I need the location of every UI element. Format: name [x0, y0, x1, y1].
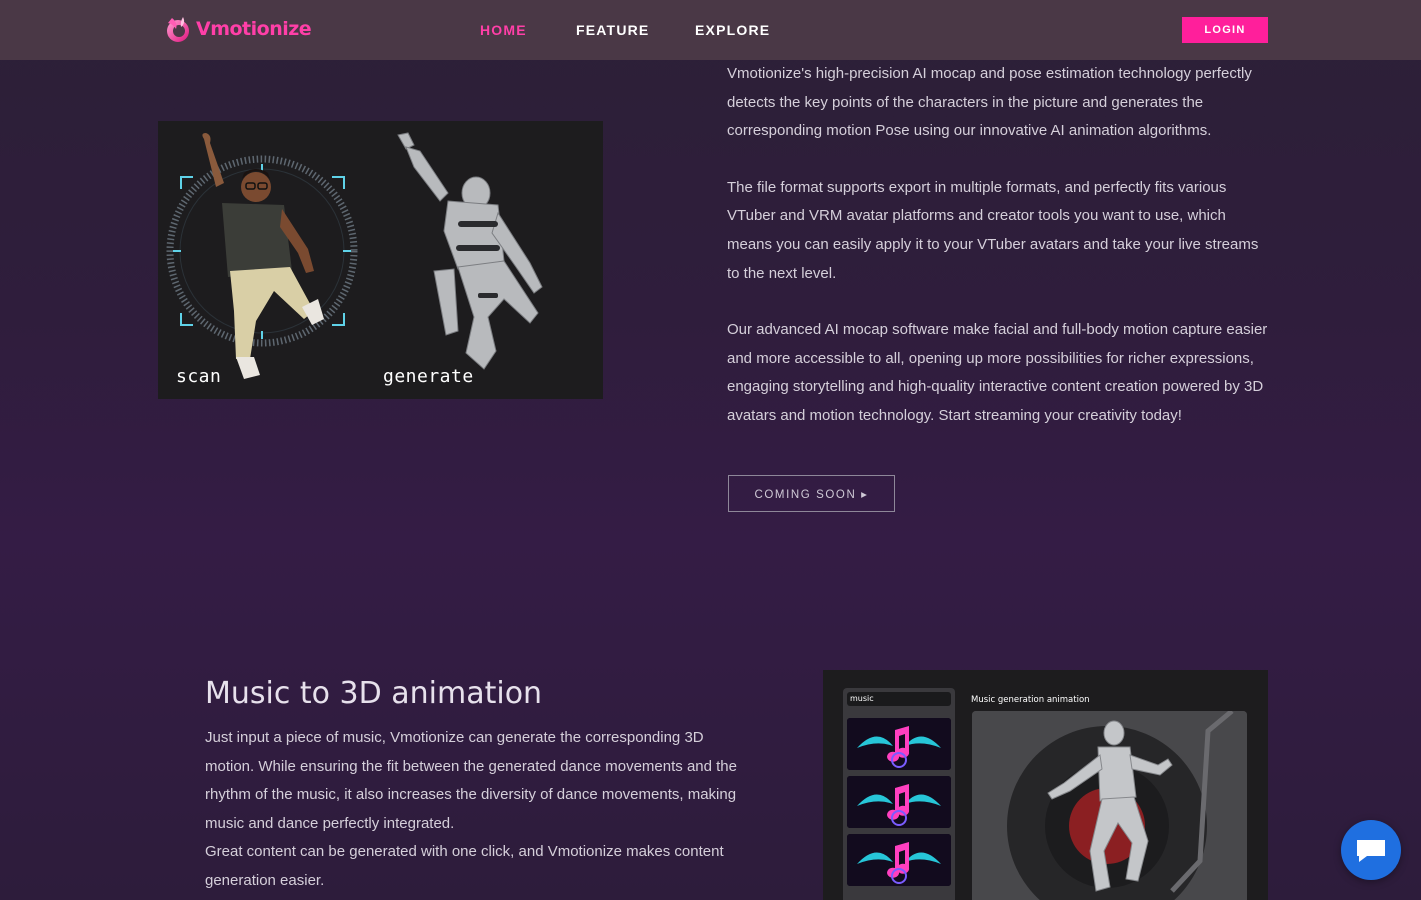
music-note-icon: [847, 718, 951, 770]
music-section-title: Music to 3D animation: [205, 676, 543, 711]
generation-view-title: Music generation animation: [971, 695, 1090, 705]
chat-button[interactable]: [1341, 820, 1401, 880]
logo[interactable]: Vmotionize: [163, 14, 312, 44]
nav-explore[interactable]: EXPLORE: [695, 22, 770, 38]
music-paragraph-1: Just input a piece of music, Vmotionize …: [205, 729, 737, 832]
mocap-demo-image: scan generate: [158, 121, 603, 399]
generation-view: [972, 711, 1247, 900]
turntable-robot-illustration: [972, 711, 1247, 900]
music-demo-panel: music Music generation animation: [823, 670, 1268, 900]
mocap-paragraph-3: Our advanced AI mocap software make faci…: [727, 321, 1268, 424]
vmotionize-logo-icon: [163, 14, 193, 44]
coming-soon-button[interactable]: COMING SOON ▸: [728, 475, 895, 512]
music-thumb-3[interactable]: [847, 834, 951, 886]
mocap-paragraph-1: Vmotionize's high-precision AI mocap and…: [727, 65, 1252, 140]
music-description: Just input a piece of music, Vmotionize …: [205, 724, 745, 896]
music-paragraph-2: Great content can be generated with one …: [205, 843, 724, 889]
top-nav: Vmotionize HOME FEATURE EXPLORE LOGIN: [0, 0, 1421, 60]
mocap-paragraph-2: The file format supports export in multi…: [727, 178, 1259, 282]
mocap-description: Vmotionize's high-precision AI mocap and…: [727, 60, 1272, 459]
scan-label: scan: [176, 366, 222, 387]
generate-label: generate: [383, 366, 474, 387]
logo-text: Vmotionize: [196, 18, 312, 40]
music-tab[interactable]: music: [847, 692, 951, 706]
music-note-icon: [847, 834, 951, 886]
music-thumb-1[interactable]: [847, 718, 951, 770]
music-note-icon: [847, 776, 951, 828]
music-thumb-2[interactable]: [847, 776, 951, 828]
nav-feature[interactable]: FEATURE: [576, 22, 649, 38]
login-button[interactable]: LOGIN: [1182, 17, 1268, 43]
scan-generate-illustration: [166, 132, 543, 379]
music-list-panel: music: [843, 688, 955, 900]
nav-home[interactable]: HOME: [480, 22, 527, 38]
chat-bubble-icon: [1357, 840, 1385, 862]
